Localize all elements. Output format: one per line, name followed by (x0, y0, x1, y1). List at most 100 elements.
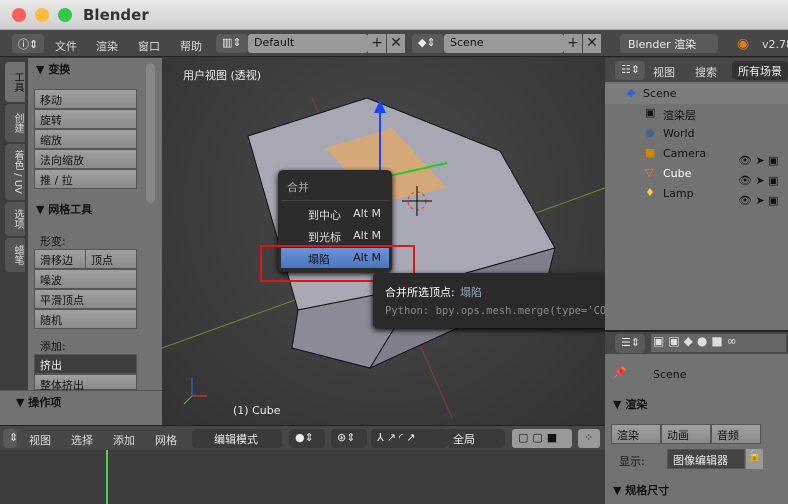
merge-menu-title: 合并 (287, 181, 309, 194)
menu-select[interactable]: 选择 (71, 432, 93, 448)
menu-view[interactable]: 视图 (29, 432, 51, 448)
shrink-fatten-button[interactable]: 法向缩放 (34, 149, 137, 169)
randomize-button[interactable]: 随机 (34, 309, 137, 329)
render-layer-icon: ▣ (645, 106, 656, 119)
scene-icon: ◆ (627, 86, 636, 99)
mode-select[interactable]: 编辑模式 (192, 429, 282, 448)
panel-transform-title[interactable]: ▼ 变换 (36, 61, 70, 77)
layout-field[interactable]: Default (248, 34, 368, 53)
mesh-icon: ▽ (645, 166, 654, 179)
outliner-item-world[interactable]: ● World (605, 124, 788, 144)
outliner-item-render-layers[interactable]: ▣ 渲染层 (605, 104, 788, 124)
visibility-icons[interactable]: 👁 ➤ ▣ 👁 ➤ ▣ 👁 ➤ ▣ (738, 151, 779, 211)
title-bar: Blender (0, 0, 788, 30)
tab-create[interactable]: 创建 (5, 104, 25, 142)
outliner-menu-search[interactable]: 搜索 (695, 64, 717, 80)
outliner-editor-type[interactable]: ☷⇕ (615, 61, 645, 80)
shelf-scrollbar[interactable] (146, 63, 155, 203)
occlude-geometry-button[interactable]: ⁘ (578, 429, 600, 448)
blender-logo-icon: ◉ (737, 36, 750, 52)
world-icon: ● (645, 126, 655, 139)
shading-select[interactable]: ●⇕ (289, 429, 325, 448)
menu-item-at-cursor[interactable]: 到光标 Alt M (281, 226, 389, 246)
panel-mesh-tools-title[interactable]: ▼ 网格工具 (36, 201, 92, 217)
select-mode-buttons[interactable]: ▢▢■ (512, 429, 572, 448)
extrude-region-button[interactable]: 整体挤出 (34, 374, 137, 392)
tooltip-value: 塌陷 (460, 286, 482, 299)
minimize-button[interactable] (35, 8, 49, 22)
outliner-header: ☷⇕ 视图 搜索 所有场景 (605, 58, 788, 82)
display-select[interactable]: 图像编辑器 (667, 449, 745, 469)
slide-edge-button[interactable]: 滑移边 (34, 249, 86, 269)
add-scene-button[interactable]: + (564, 34, 582, 53)
info-icon: ⓘ (18, 38, 29, 51)
properties-header: ☰⇕ ▣▣◆●■∞ (605, 332, 788, 354)
outliner-item-scene[interactable]: ◆ Scene (605, 84, 788, 104)
scene-field[interactable]: Scene (444, 34, 564, 53)
menu-help[interactable]: 帮助 (180, 38, 202, 54)
tab-options[interactable]: 选项 (5, 202, 25, 236)
context-tabs[interactable]: ▣▣◆●■∞ (651, 334, 786, 352)
properties-editor-type[interactable]: ☰⇕ (615, 334, 645, 353)
menu-file[interactable]: 文件 (55, 38, 77, 54)
tooltip-title: 合并所选顶点: (385, 286, 455, 299)
close-button[interactable] (12, 8, 26, 22)
menu-mesh[interactable]: 网格 (155, 432, 177, 448)
editor-type-button[interactable]: ⇕ (3, 429, 18, 448)
render-engine-select[interactable]: Blender 渲染 (620, 34, 718, 53)
deform-label: 形变: (40, 235, 66, 248)
current-frame-marker[interactable] (106, 450, 108, 504)
window-title: Blender (83, 6, 149, 24)
operator-panel: ▼ 操作项 (0, 390, 162, 425)
panel-dimensions-title[interactable]: ▼ 规格尺寸 (613, 482, 669, 498)
lock-icon[interactable]: 🔓 (746, 449, 763, 469)
layout-icon[interactable]: ▥⇕ (216, 34, 248, 53)
scale-button[interactable]: 缩放 (34, 129, 137, 149)
props-scene-label: Scene (653, 368, 687, 381)
menu-item-at-center[interactable]: 到中心 Alt M (281, 204, 389, 224)
audio-button[interactable]: 音频 (711, 424, 761, 444)
render-button[interactable]: 渲染 (611, 424, 661, 444)
object-label: (1) Cube (233, 404, 281, 417)
tab-tools[interactable]: 工具 (5, 62, 25, 102)
tool-tabs: 工具 创建 着色 / UV 选项 蜡笔 (0, 58, 28, 390)
add-label: 添加: (40, 340, 66, 353)
extrude-select[interactable]: 挤出 (34, 354, 137, 374)
menu-add[interactable]: 添加 (113, 432, 135, 448)
tab-shading-uv[interactable]: 着色 / UV (5, 144, 25, 200)
camera-icon: ■ (645, 146, 656, 159)
tab-grease-pencil[interactable]: 蜡笔 (5, 238, 25, 272)
remove-scene-button[interactable]: ✕ (583, 34, 601, 53)
properties-editor: ☰⇕ ▣▣◆●■∞ 📌 Scene ▼ 渲染 渲染 动画 音频 显示: 图像编辑… (605, 330, 788, 504)
scene-icon[interactable]: ◆⇕ (412, 34, 444, 53)
lamp-icon: ♦ (645, 186, 655, 199)
viewport-header: ⇕ 视图 选择 添加 网格 编辑模式 ●⇕ ⊛⇕ ⅄↗◜↗ 全局 ▢▢■ ⁘ (0, 425, 605, 450)
noise-button[interactable]: 噪波 (34, 269, 137, 289)
outliner: ☷⇕ 视图 搜索 所有场景 ◆ Scene ▣ 渲染层 ● World ■ Camera… (605, 58, 788, 330)
manipulator-buttons[interactable]: ⅄↗◜↗ (371, 429, 447, 448)
timeline[interactable] (0, 450, 605, 504)
panel-operator-title[interactable]: ▼ 操作项 (16, 394, 61, 410)
pin-icon[interactable]: 📌 (613, 366, 627, 379)
version-label: v2.78 (762, 38, 788, 51)
push-pull-button[interactable]: 推 / 拉 (34, 169, 137, 189)
zoom-button[interactable] (58, 8, 72, 22)
menu-render[interactable]: 渲染 (96, 38, 118, 54)
remove-layout-button[interactable]: ✕ (387, 34, 405, 53)
add-layout-button[interactable]: + (368, 34, 386, 53)
rotate-button[interactable]: 旋转 (34, 109, 137, 129)
menu-window[interactable]: 窗口 (138, 38, 160, 54)
smooth-vertex-button[interactable]: 平滑顶点 (34, 289, 137, 309)
panel-render-title[interactable]: ▼ 渲染 (613, 396, 647, 412)
info-header: ⓘ⇕ 文件 渲染 窗口 帮助 ▥⇕ Default + ✕ ◆⇕ Scene +… (0, 30, 788, 57)
view-label: 用户视图 (透视) (183, 69, 262, 82)
outliner-filter-select[interactable]: 所有场景 (732, 61, 788, 80)
outliner-menu-view[interactable]: 视图 (653, 64, 675, 80)
pivot-select[interactable]: ⊛⇕ (331, 429, 367, 448)
animation-button[interactable]: 动画 (661, 424, 711, 444)
orientation-select[interactable]: 全局 (447, 429, 505, 448)
display-label: 显示: (619, 455, 645, 468)
slide-vertex-button[interactable]: 顶点 (85, 249, 137, 269)
editor-type-button[interactable]: ⓘ⇕ (12, 34, 44, 53)
move-button[interactable]: 移动 (34, 89, 137, 109)
